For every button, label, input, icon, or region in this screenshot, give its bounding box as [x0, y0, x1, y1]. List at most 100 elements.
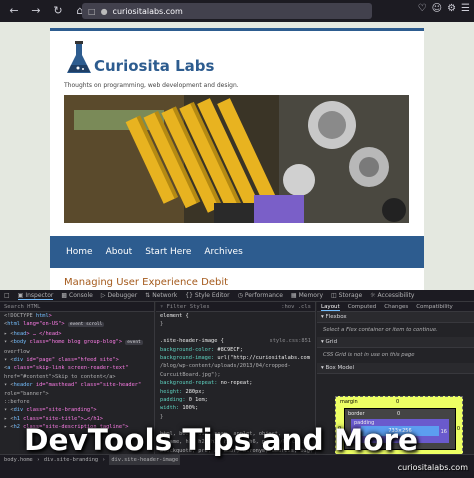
- margin-top-value[interactable]: 0: [396, 398, 399, 406]
- css-rule-line: }: [156, 413, 315, 421]
- tab-label: Inspector: [25, 291, 54, 299]
- memory-icon: ▦: [290, 292, 297, 299]
- forward-icon[interactable]: →: [28, 3, 44, 19]
- filter-styles-input[interactable]: Filter Styles: [167, 304, 210, 310]
- node-prefix: ▾ <: [4, 339, 14, 346]
- tab-layout[interactable]: Layout: [321, 302, 340, 311]
- nav-archives[interactable]: Archives: [204, 247, 242, 257]
- cls-toggle[interactable]: .cls: [298, 304, 311, 310]
- account-icon[interactable]: ☺: [432, 3, 442, 14]
- css-property[interactable]: width:: [160, 405, 179, 411]
- node-tag: div: [13, 407, 24, 414]
- css-text: }: [160, 413, 164, 420]
- tab-storage[interactable]: ◫ Storage: [331, 292, 362, 299]
- node-tag: html: [35, 313, 49, 319]
- tab-memory[interactable]: ▦ Memory: [291, 292, 323, 299]
- css-rule-line[interactable]: height: 280px;: [156, 388, 315, 396]
- grid-section-header[interactable]: ▾ Grid: [317, 337, 474, 349]
- section-title: Grid: [325, 339, 338, 346]
- url-text: curiositalabs.com: [112, 6, 183, 16]
- nav-home[interactable]: Home: [66, 247, 93, 257]
- html-node-line[interactable]: ▾ <div class="site-branding">: [0, 406, 154, 414]
- pocket-icon[interactable]: ♡: [418, 3, 427, 14]
- tab-accessibility[interactable]: ☼ Accessibility: [370, 292, 414, 299]
- html-node-line[interactable]: <a class="skip-link screen-reader-text": [0, 364, 154, 372]
- lock-icon[interactable]: ●: [101, 7, 108, 16]
- nav-start-here[interactable]: Start Here: [145, 247, 191, 257]
- css-property[interactable]: background-color:: [160, 347, 214, 353]
- css-rule-line: CurcuitBoard.jpg");: [156, 371, 315, 379]
- tab-label: Console: [69, 292, 93, 299]
- css-rule-line: element {: [156, 312, 315, 320]
- html-node-line[interactable]: <!DOCTYPE html>: [0, 312, 154, 320]
- rules-filter-row: ▿ Filter Styles :hov .cls: [156, 302, 315, 312]
- extensions-icon[interactable]: ⚙: [447, 3, 456, 14]
- menu-icon[interactable]: ☰: [461, 3, 470, 14]
- html-node-line[interactable]: ::before: [0, 398, 154, 406]
- css-rule-line[interactable]: background-color: #8C9ECF;: [156, 346, 315, 354]
- url-bar[interactable]: □ ● curiositalabs.com: [82, 3, 372, 19]
- css-rule-line[interactable]: background-image: url("http://curiosital…: [156, 354, 315, 362]
- node-prefix: <!DOCTYPE: [4, 313, 36, 319]
- tab-console[interactable]: ▩ Console: [61, 292, 93, 299]
- tab-performance[interactable]: ◷ Performance: [238, 292, 283, 299]
- css-value[interactable]: 100%;: [179, 405, 198, 411]
- css-text: /blog/wp-content/uploads/2013/04/cropped…: [160, 363, 291, 370]
- css-source-link[interactable]: style.css:851: [270, 337, 311, 345]
- css-text: }: [160, 321, 164, 328]
- css-rule-line[interactable]: background-repeat: no-repeat;: [156, 379, 315, 387]
- rules-toggles: :hov .cls: [281, 302, 311, 312]
- html-node-line[interactable]: overflow: [0, 348, 154, 356]
- post-title[interactable]: Managing User Experience Debit: [64, 277, 228, 288]
- tab-debugger[interactable]: ▷ Debugger: [101, 292, 137, 299]
- html-node-line[interactable]: role="banner">: [0, 390, 154, 398]
- tab-compatibility[interactable]: Compatibility: [416, 302, 453, 311]
- hov-toggle[interactable]: :hov: [281, 304, 294, 310]
- css-property[interactable]: background-repeat:: [160, 380, 217, 386]
- padding-right-value[interactable]: 16: [441, 428, 447, 436]
- node-tag: header: [13, 382, 33, 389]
- css-property[interactable]: height:: [160, 389, 182, 395]
- flask-logo-icon[interactable]: [66, 41, 92, 75]
- html-node-line[interactable]: ▸ <head> … </head>: [0, 330, 154, 338]
- css-rule-line[interactable]: padding: 0 1em;: [156, 396, 315, 404]
- flexbox-section-header[interactable]: ▾ Flexbox: [317, 312, 474, 323]
- css-rule-line[interactable]: width: 100%;: [156, 404, 315, 412]
- html-search-input[interactable]: Search HTML: [0, 302, 154, 312]
- html-node-line[interactable]: href="#content">Skip to content</a>: [0, 373, 154, 381]
- html-node-line[interactable]: ▾ <div id="page" class="hfeed site">: [0, 356, 154, 364]
- boxmodel-section-header[interactable]: ▾ Box Model: [317, 362, 474, 374]
- event-badge[interactable]: event scroll: [67, 322, 105, 328]
- shield-icon[interactable]: □: [88, 7, 96, 16]
- css-value[interactable]: url("http://curiositalabs.com: [214, 355, 309, 361]
- flexbox-message: Select a Flex container or item to conti…: [323, 327, 438, 333]
- tab-inspector[interactable]: ▣ Inspector: [17, 291, 54, 300]
- site-title[interactable]: Curiosita Labs: [94, 57, 214, 75]
- section-title: Box Model: [325, 364, 355, 371]
- html-node-line[interactable]: <html lang="en-US"> event scroll: [0, 320, 154, 329]
- css-value[interactable]: 280px;: [182, 389, 205, 395]
- tab-computed[interactable]: Computed: [348, 302, 377, 311]
- tab-changes[interactable]: Changes: [384, 302, 408, 311]
- css-value[interactable]: no-repeat;: [217, 380, 253, 386]
- html-node-line[interactable]: ▾ <header id="masthead" class="site-head…: [0, 381, 154, 389]
- css-selector: element {: [160, 313, 189, 319]
- back-icon[interactable]: ←: [6, 3, 22, 19]
- margin-right-value[interactable]: 0: [457, 425, 460, 433]
- nav-about[interactable]: About: [106, 247, 133, 257]
- border-top-value[interactable]: 0: [397, 410, 400, 418]
- html-node-line[interactable]: ▾ <body class="home blog group-blog"> ev…: [0, 338, 154, 347]
- tab-style-editor[interactable]: {} Style Editor: [185, 292, 229, 299]
- network-icon: ⇅: [145, 292, 151, 299]
- css-value[interactable]: 0 1em;: [186, 397, 208, 403]
- tab-network[interactable]: ⇅ Network: [145, 292, 177, 299]
- css-property[interactable]: padding:: [160, 397, 186, 403]
- css-property[interactable]: background-image:: [160, 355, 214, 361]
- node-attributes: class="home blog group-blog">: [26, 339, 123, 346]
- event-badge[interactable]: event: [125, 340, 143, 346]
- reload-icon[interactable]: ↻: [50, 3, 66, 19]
- css-value[interactable]: #8C9ECF;: [214, 347, 243, 353]
- tab-label: Performance: [244, 292, 283, 299]
- node-prefix: ▸ <: [4, 415, 14, 422]
- pick-element-icon[interactable]: □: [4, 292, 10, 299]
